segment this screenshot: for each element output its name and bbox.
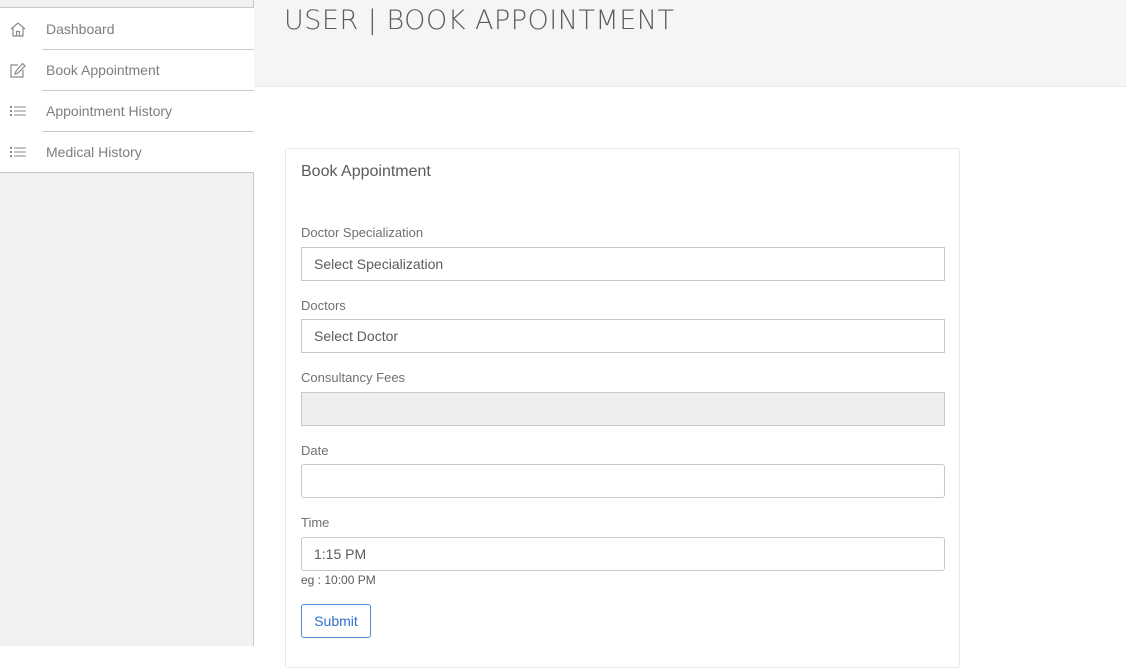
list-icon	[8, 102, 27, 120]
sidebar-nav: Dashboard Book Appointment Appointment H…	[0, 7, 254, 173]
sidebar-item-label: Book Appointment	[46, 61, 160, 78]
specialization-select[interactable]: Select Specialization	[301, 247, 945, 281]
sidebar-item-label: Medical History	[46, 143, 142, 160]
page-header: USER | BOOK APPOINTMENT	[254, 0, 1126, 87]
pencil-square-icon	[8, 61, 27, 79]
sidebar-item-label: Appointment History	[46, 102, 173, 119]
specialization-label: Doctor Specialization	[301, 225, 424, 240]
page-title: USER | BOOK APPOINTMENT	[284, 5, 675, 36]
time-input[interactable]: 1:15 PM	[301, 537, 945, 571]
doctors-label: Doctors	[301, 298, 346, 313]
list-icon	[8, 143, 27, 161]
fees-label: Consultancy Fees	[301, 370, 406, 385]
time-hint: eg : 10:00 PM	[301, 573, 376, 587]
sidebar-item-medical-history[interactable]: Medical History	[0, 131, 254, 172]
doctor-selected-value: Select Doctor	[314, 328, 399, 344]
sidebar: Dashboard Book Appointment Appointment H…	[0, 0, 254, 646]
consultancy-fees-field	[301, 392, 945, 426]
time-label: Time	[301, 515, 330, 530]
panel-title: Book Appointment	[301, 163, 431, 180]
sidebar-item-book-appointment[interactable]: Book Appointment	[0, 49, 254, 90]
home-icon	[8, 20, 27, 38]
book-appointment-panel: Book Appointment Doctor Specialization S…	[285, 148, 960, 668]
sidebar-item-dashboard[interactable]: Dashboard	[0, 8, 254, 49]
time-value: 1:15 PM	[314, 546, 367, 562]
submit-button[interactable]: Submit	[301, 604, 371, 638]
date-input[interactable]	[301, 464, 945, 498]
sidebar-item-label: Dashboard	[46, 20, 115, 37]
doctor-select[interactable]: Select Doctor	[301, 319, 945, 353]
date-label: Date	[301, 443, 329, 458]
sidebar-item-appointment-history[interactable]: Appointment History	[0, 90, 254, 131]
specialization-selected-value: Select Specialization	[314, 256, 444, 272]
